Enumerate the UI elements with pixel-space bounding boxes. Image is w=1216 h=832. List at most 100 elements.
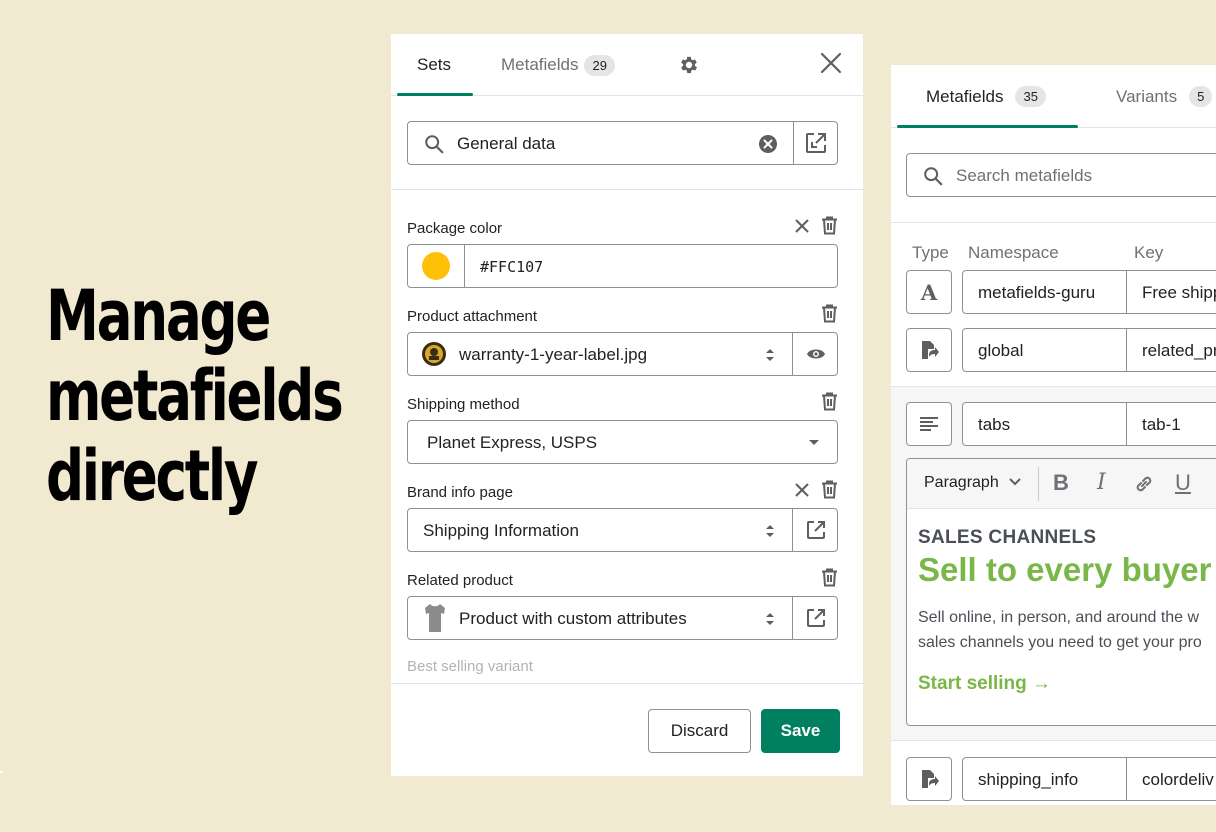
field-label: Shipping method <box>407 396 520 413</box>
clear-search-icon[interactable] <box>758 134 778 154</box>
color-swatch <box>422 252 450 280</box>
headline: Manage metafields directly <box>46 275 344 516</box>
gear-icon[interactable] <box>678 54 700 76</box>
key-value: related_pr <box>1142 341 1216 360</box>
caret-down-icon <box>809 440 819 445</box>
select-arrows-icon <box>766 349 774 361</box>
warranty-badge-icon <box>422 342 446 366</box>
field-label-faded: Best selling variant <box>407 658 533 675</box>
type-button-rich-text[interactable] <box>906 402 952 446</box>
content-kicker: SALES CHANNELS <box>918 527 1097 548</box>
shipping-method-select[interactable]: Planet Express, USPS <box>407 420 838 464</box>
content-body-line: sales channels you need to get your pro <box>918 634 1202 651</box>
key-field[interactable]: colordeliv <box>1126 757 1216 801</box>
namespace-field[interactable]: tabs <box>962 402 1127 446</box>
close-icon[interactable] <box>819 51 843 75</box>
panel-tabs: Metafields 35 Variants 5 <box>891 65 1216 128</box>
open-page-button[interactable] <box>792 508 838 552</box>
color-input[interactable]: #FFC107 <box>407 244 838 288</box>
rich-text-type-icon <box>920 417 938 431</box>
column-type: Type <box>912 243 949 262</box>
namespace-field[interactable]: global <box>962 328 1127 372</box>
metafields-table-panel: Metafields 35 Variants 5 Search metafiel… <box>891 65 1216 805</box>
reference-type-icon <box>922 341 939 359</box>
metafield-search-input[interactable]: Search metafields <box>906 153 1216 197</box>
trash-icon[interactable] <box>821 392 838 411</box>
type-button-reference[interactable] <box>906 328 952 372</box>
select-arrows-icon <box>766 525 774 537</box>
panel-tabs: Sets Metafields 29 <box>391 34 863 96</box>
panel-footer: Discard Save <box>391 683 863 776</box>
clear-icon[interactable] <box>795 218 809 233</box>
type-button-text[interactable]: A <box>906 270 952 314</box>
link-icon[interactable] <box>1133 473 1155 495</box>
trash-icon[interactable] <box>821 304 838 323</box>
bold-icon[interactable]: B <box>1053 470 1069 496</box>
italic-icon[interactable]: I <box>1097 470 1106 495</box>
tab-metafields-label: Metafields <box>926 86 1004 106</box>
tab-variants[interactable]: Variants 5 <box>1116 65 1213 128</box>
eye-icon <box>806 349 825 359</box>
color-picker-button[interactable] <box>408 244 465 288</box>
key-field[interactable]: Free shipp <box>1126 270 1216 314</box>
field-label: Product attachment <box>407 308 538 325</box>
column-key: Key <box>1134 243 1164 262</box>
text-type-icon: A <box>920 279 938 305</box>
metafields-count-badge: 35 <box>1015 86 1046 107</box>
headline-line-1: Manage <box>46 275 271 357</box>
type-button-reference[interactable] <box>906 757 952 801</box>
editor-toolbar: Paragraph B I U <box>907 459 1216 509</box>
namespace-value: global <box>978 341 1024 360</box>
key-field[interactable]: tab-1 <box>1126 402 1216 446</box>
metafields-editor-panel: Sets Metafields 29 General data Package … <box>391 34 863 776</box>
tab-metafields[interactable]: Metafields 29 <box>501 34 615 96</box>
clear-icon[interactable] <box>795 482 809 497</box>
file-select[interactable]: warranty-1-year-label.jpg <box>407 332 838 376</box>
external-link-icon <box>806 609 825 627</box>
namespace-value: shipping_info <box>978 770 1079 789</box>
active-tab-indicator <box>397 93 473 96</box>
toolbar-separator <box>1038 467 1039 501</box>
set-search: General data <box>407 121 838 165</box>
open-product-button[interactable] <box>792 596 838 640</box>
paragraph-format-select[interactable]: Paragraph <box>924 474 999 492</box>
chevron-down-icon <box>1009 478 1021 486</box>
product-value: Product with custom attributes <box>459 609 687 628</box>
save-button[interactable]: Save <box>761 709 840 753</box>
divider <box>891 740 1216 741</box>
field-label: Brand info page <box>407 484 513 501</box>
column-namespace: Namespace <box>968 243 1059 262</box>
trash-icon[interactable] <box>821 568 838 587</box>
expand-icon <box>805 133 826 153</box>
page-value: Shipping Information <box>423 521 579 540</box>
tab-sets[interactable]: Sets <box>417 34 451 96</box>
key-field[interactable]: related_pr <box>1126 328 1216 372</box>
variants-count-badge: 5 <box>1189 86 1213 107</box>
tshirt-thumbnail-icon <box>425 604 445 632</box>
key-value: tab-1 <box>1142 415 1181 434</box>
set-search-input[interactable]: General data <box>407 121 794 165</box>
discard-button[interactable]: Discard <box>648 709 751 753</box>
open-set-button[interactable] <box>793 121 838 165</box>
tab-metafields[interactable]: Metafields 35 <box>926 65 1046 128</box>
active-tab-indicator <box>897 125 1078 128</box>
trash-icon[interactable] <box>821 480 838 499</box>
divider <box>891 222 1216 223</box>
trash-icon[interactable] <box>821 216 838 235</box>
decorative-mark <box>0 771 3 773</box>
namespace-field[interactable]: shipping_info <box>962 757 1127 801</box>
key-value: colordeliv <box>1142 770 1214 789</box>
preview-button[interactable] <box>792 332 838 376</box>
product-select[interactable]: Product with custom attributes <box>407 596 838 640</box>
set-search-value: General data <box>457 134 556 153</box>
namespace-field[interactable]: metafields-guru <box>962 270 1127 314</box>
underline-icon[interactable]: U <box>1175 470 1191 496</box>
color-value: #FFC107 <box>480 258 544 276</box>
search-placeholder: Search metafields <box>956 166 1093 185</box>
page-select[interactable]: Shipping Information <box>407 508 838 552</box>
content-link[interactable]: Start selling → <box>918 673 1051 695</box>
rich-text-editor[interactable]: Paragraph B I U SALES CHANNELS Sell to e… <box>906 458 1216 726</box>
tab-metafields-label: Metafields <box>501 55 579 74</box>
select-arrows-icon <box>766 613 774 625</box>
key-value: Free shipp <box>1142 283 1216 302</box>
